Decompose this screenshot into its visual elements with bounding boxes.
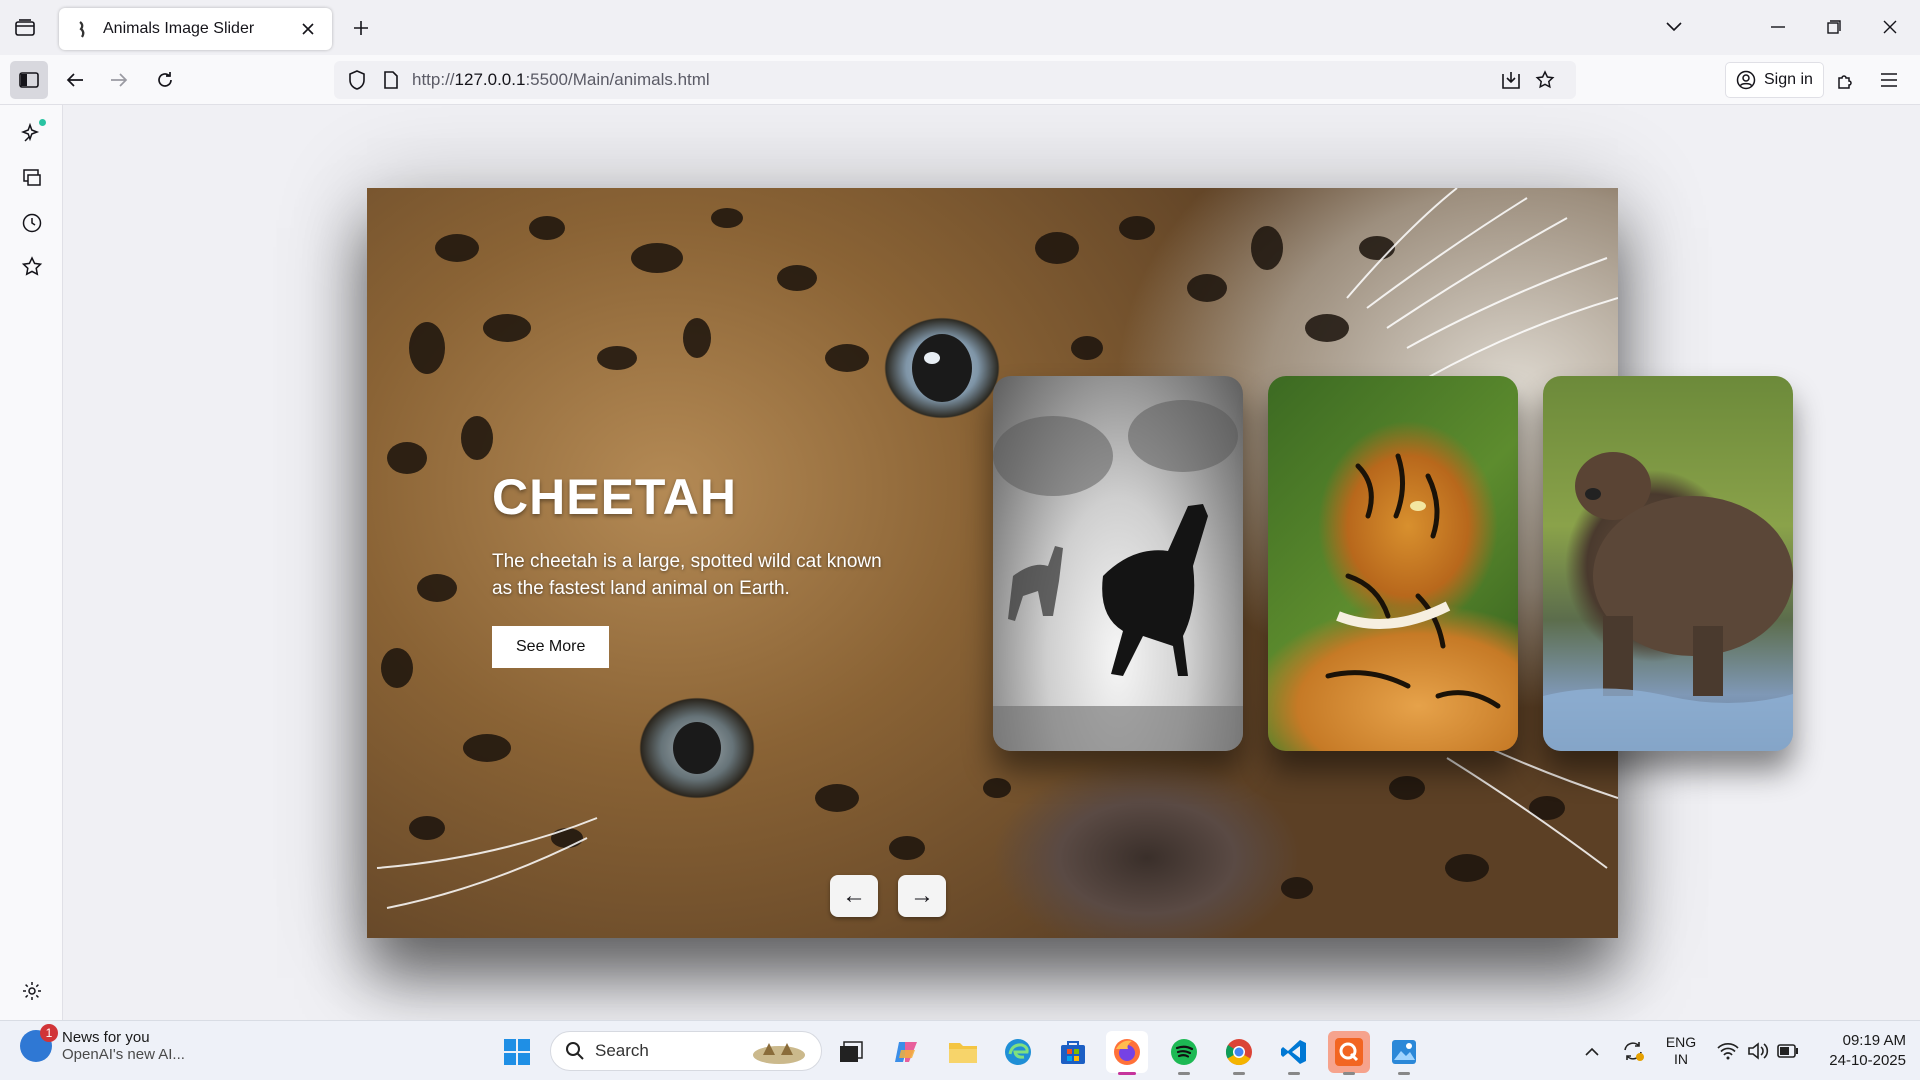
clock-date: 24-10-2025 xyxy=(1829,1052,1906,1069)
q-app-icon[interactable] xyxy=(1328,1031,1370,1075)
tab-overflow-chevron-icon[interactable] xyxy=(1650,8,1698,46)
back-arrow-icon[interactable] xyxy=(56,61,94,99)
sidebar-toggle-icon[interactable] xyxy=(10,61,48,99)
shield-icon[interactable] xyxy=(344,67,370,93)
browser-sidebar xyxy=(0,105,63,1020)
reload-icon[interactable] xyxy=(146,61,184,99)
wifi-icon[interactable] xyxy=(1714,1031,1742,1071)
close-tab-icon[interactable] xyxy=(296,17,320,41)
bookmarks-star-icon[interactable] xyxy=(14,249,50,285)
tiger-image xyxy=(1325,453,1501,709)
next-arrow-button[interactable]: → xyxy=(898,875,946,917)
minimize-icon[interactable] xyxy=(1754,8,1802,46)
battery-icon[interactable] xyxy=(1774,1031,1802,1071)
address-bar[interactable]: http://127.0.0.1:5500/Main/animals.html xyxy=(334,61,1576,99)
language-line2: IN xyxy=(1674,1051,1688,1067)
news-weather-icon: 1 xyxy=(20,1024,58,1062)
spotify-icon[interactable] xyxy=(1163,1031,1205,1075)
news-badge: 1 xyxy=(40,1024,58,1042)
forward-arrow-icon[interactable] xyxy=(100,61,138,99)
ai-chatbot-sparkle-icon[interactable] xyxy=(14,115,50,151)
notification-dot xyxy=(39,119,46,126)
running-indicator xyxy=(1398,1072,1410,1075)
thumbnail-card-horse[interactable] xyxy=(993,376,1243,751)
running-indicator xyxy=(1343,1072,1355,1075)
tab-strip: Animals Image Slider xyxy=(0,0,1920,55)
edge-browser-icon[interactable] xyxy=(997,1031,1039,1073)
firefox-icon[interactable] xyxy=(1106,1031,1148,1075)
clock-time: 09:19 AM xyxy=(1842,1032,1906,1049)
navigation-bar: http://127.0.0.1:5500/Main/animals.html … xyxy=(0,55,1920,105)
url-prefix: http:// xyxy=(412,70,455,89)
history-clock-icon[interactable] xyxy=(14,205,50,241)
running-indicator xyxy=(1118,1072,1136,1075)
slide-description: The cheetah is a large, spotted wild cat… xyxy=(492,551,882,599)
previous-arrow-button[interactable]: ← xyxy=(830,875,878,917)
url-host: 127.0.0.1 xyxy=(454,70,526,89)
favicon-icon xyxy=(79,21,85,38)
see-more-button[interactable]: See More xyxy=(492,626,610,668)
photos-app-icon[interactable] xyxy=(1383,1031,1425,1075)
extensions-icon[interactable] xyxy=(1826,61,1864,99)
settings-gear-icon[interactable] xyxy=(14,973,50,1009)
active-tab[interactable]: Animals Image Slider xyxy=(59,8,332,50)
search-highlight-icon xyxy=(753,1043,805,1064)
url-path: :5500/Main/animals.html xyxy=(525,70,710,89)
tab-list-icon[interactable] xyxy=(8,12,42,44)
taskbar-search-box[interactable]: Search xyxy=(550,1031,822,1071)
restore-icon[interactable] xyxy=(1810,8,1858,46)
menu-hamburger-icon[interactable] xyxy=(1870,61,1908,99)
language-line1: ENG xyxy=(1665,1034,1697,1050)
search-icon xyxy=(566,1042,584,1060)
sign-in-button[interactable]: Sign in xyxy=(1725,62,1824,98)
vscode-icon[interactable] xyxy=(1273,1031,1315,1075)
taskbar-clock[interactable]: 09:19 AM 24-10-2025 xyxy=(1810,1031,1906,1071)
sign-in-label: Sign in xyxy=(1764,71,1813,88)
synced-tabs-icon[interactable] xyxy=(14,160,50,196)
copilot-icon[interactable] xyxy=(886,1031,928,1073)
news-subtitle: OpenAI's new AI... xyxy=(62,1046,185,1063)
slide-title: CHEETAH xyxy=(492,469,737,525)
news-widget[interactable]: 1 News for you OpenAI's new AI... xyxy=(20,1024,185,1063)
bookmark-star-icon[interactable] xyxy=(1532,67,1558,93)
account-icon xyxy=(1736,70,1756,90)
running-indicator xyxy=(1178,1072,1190,1075)
web-page-content: CHEETAH The cheetah is a large, spotted … xyxy=(63,105,1920,1020)
volume-icon[interactable] xyxy=(1744,1031,1772,1071)
running-indicator xyxy=(1233,1072,1245,1075)
show-hidden-icons-chevron-icon[interactable] xyxy=(1580,1031,1604,1071)
microsoft-store-icon[interactable] xyxy=(1052,1031,1094,1073)
task-view-icon[interactable] xyxy=(830,1031,872,1073)
thumbnail-card-tiger[interactable] xyxy=(1268,376,1518,751)
sync-status-icon[interactable] xyxy=(1618,1031,1648,1071)
arrow-left-icon: ← xyxy=(842,882,866,909)
slide-caption: CHEETAH The cheetah is a large, spotted … xyxy=(492,468,892,668)
chrome-icon[interactable] xyxy=(1218,1031,1260,1075)
windows-start-icon[interactable] xyxy=(496,1031,538,1073)
language-indicator[interactable]: ENG IN xyxy=(1660,1031,1702,1071)
save-to-pocket-icon[interactable] xyxy=(1498,67,1524,93)
windows-taskbar: 1 News for you OpenAI's new AI... Search xyxy=(0,1020,1920,1080)
url-text[interactable]: http://127.0.0.1:5500/Main/animals.html xyxy=(412,70,1498,90)
close-window-icon[interactable] xyxy=(1866,8,1914,46)
animal-image-slider: CHEETAH The cheetah is a large, spotted … xyxy=(367,188,1793,938)
news-title: News for you xyxy=(62,1029,150,1046)
file-explorer-icon[interactable] xyxy=(942,1031,984,1073)
search-label: Search xyxy=(595,1041,649,1060)
horse-image xyxy=(993,400,1243,751)
arrow-right-icon: → xyxy=(910,882,934,909)
new-tab-icon[interactable] xyxy=(344,12,378,44)
running-indicator xyxy=(1288,1072,1300,1075)
bear-image xyxy=(1543,452,1793,751)
thumbnail-card-bear[interactable] xyxy=(1543,376,1793,751)
tab-title: Animals Image Slider xyxy=(103,20,255,37)
page-icon[interactable] xyxy=(378,67,404,93)
